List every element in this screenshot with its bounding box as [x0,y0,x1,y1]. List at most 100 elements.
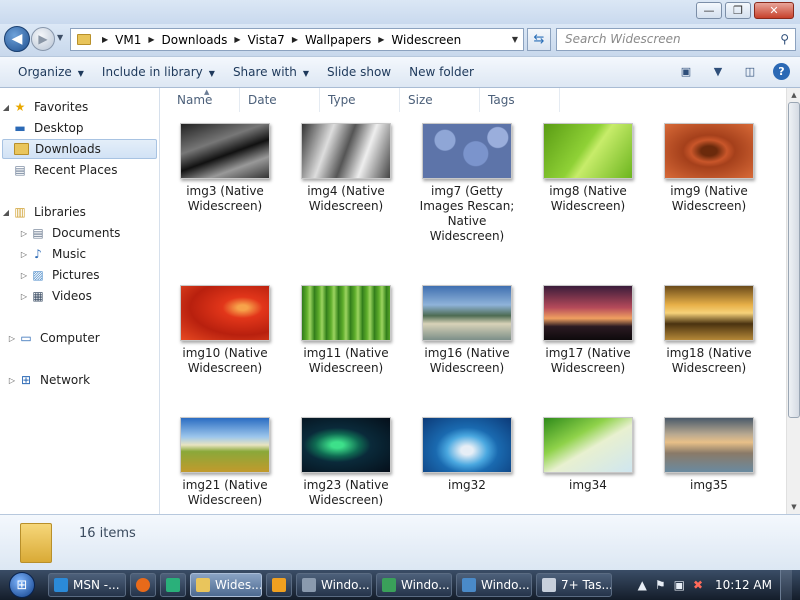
address-dropdown-icon[interactable]: ▼ [507,29,523,50]
file-item-img35[interactable]: img35 [654,417,764,493]
slide-show-button[interactable]: Slide show [327,65,391,79]
taskbar-item-msn[interactable]: MSN -... [48,573,126,597]
sidebar-item-downloads[interactable]: Downloads [2,139,157,159]
task-label: Windo... [321,578,370,592]
view-icon[interactable]: ▣ [677,63,695,80]
expand-icon[interactable]: ▷ [18,250,30,259]
expand-icon[interactable]: ▷ [6,334,18,343]
details-pane: 16 items [0,514,800,570]
minimize-button[interactable]: — [696,2,722,19]
column-size[interactable]: Size [400,88,480,112]
taskbar-item-7plus-taskbar[interactable]: 7+ Tas... [536,573,612,597]
file-item-img9[interactable]: img9 (Native Widescreen) [654,123,764,214]
expand-icon[interactable]: ▷ [6,376,18,385]
navigation-bar: ◀ ▶ ▼ ▶ VM1 ▶ Downloads ▶ Vista7 ▶ Wallp… [0,24,800,56]
volume-muted-icon[interactable]: ✖ [693,578,703,592]
file-item-img18[interactable]: img18 (Native Widescreen) [654,285,764,376]
taskbar-item-media[interactable] [266,573,292,597]
new-folder-button[interactable]: New folder [409,65,474,79]
expand-icon[interactable]: ▷ [18,292,30,301]
file-item-img34[interactable]: img34 [533,417,643,493]
taskbar-item-widescreen-folder[interactable]: Wides... [190,573,262,597]
taskbar-item-window-1[interactable]: Windo... [296,573,372,597]
taskbar-item-app[interactable] [160,573,186,597]
start-button[interactable]: ⊞ [0,570,44,600]
sidebar-label: Libraries [34,205,86,219]
search-icon[interactable]: ⚲ [780,32,789,46]
chevron-right-icon[interactable]: ▶ [378,35,384,44]
taskbar-item-firefox[interactable] [130,573,156,597]
file-name: img10 (Native Widescreen) [182,346,268,375]
show-hidden-icons-icon[interactable]: ▲ [638,578,647,592]
show-desktop-button[interactable] [780,570,792,600]
breadcrumb-wallpapers[interactable]: Wallpapers [305,33,371,47]
maximize-button[interactable]: ❐ [725,2,751,19]
taskbar-item-window-3[interactable]: Windo... [456,573,532,597]
sidebar-label: Documents [52,226,121,240]
network-icon[interactable]: ▣ [674,578,685,592]
breadcrumb-widescreen[interactable]: Widescreen [391,33,461,47]
scroll-thumb[interactable] [788,102,800,418]
chevron-right-icon[interactable]: ▶ [102,35,108,44]
file-item-img3[interactable]: img3 (Native Widescreen) [170,123,280,214]
sidebar-item-documents[interactable]: ▷ ▤ Documents [18,223,121,243]
forward-button[interactable]: ▶ [31,27,55,51]
file-item-img21[interactable]: img21 (Native Widescreen) [170,417,280,508]
file-item-img10[interactable]: img10 (Native Widescreen) [170,285,280,376]
collapse-icon[interactable]: ◢ [0,103,12,112]
sidebar-item-music[interactable]: ▷ ♪ Music [18,244,86,264]
file-item-img17[interactable]: img17 (Native Widescreen) [533,285,643,376]
search-input[interactable]: Search Widescreen ⚲ [556,28,796,51]
taskbar-item-window-2[interactable]: Windo... [376,573,452,597]
file-item-img23[interactable]: img23 (Native Widescreen) [291,417,401,508]
expand-icon[interactable]: ▷ [18,229,30,238]
action-center-icon[interactable]: ⚑ [655,578,666,592]
chevron-right-icon[interactable]: ▶ [148,35,154,44]
chevron-right-icon[interactable]: ▶ [234,35,240,44]
back-button[interactable]: ◀ [4,26,30,52]
sidebar-item-videos[interactable]: ▷ ▦ Videos [18,286,92,306]
vertical-scrollbar[interactable]: ▲ ▼ [786,88,800,514]
chevron-right-icon[interactable]: ▶ [292,35,298,44]
preview-pane-icon[interactable]: ◫ [741,63,759,80]
sidebar-item-libraries[interactable]: ◢ ▥ Libraries [0,202,86,222]
organize-button[interactable]: Organize ▼ [18,65,84,79]
view-dropdown-icon[interactable]: ▼ [709,63,727,80]
sidebar-item-favorites[interactable]: ◢ ★ Favorites [0,97,88,117]
scroll-down-icon[interactable]: ▼ [788,500,800,514]
sidebar-item-pictures[interactable]: ▷ ▨ Pictures [18,265,100,285]
sidebar-label: Network [40,373,91,387]
help-icon[interactable]: ? [773,63,790,80]
file-item-img7[interactable]: img7 (Getty Images Rescan; Native Widesc… [412,123,522,244]
column-tags[interactable]: Tags [480,88,560,112]
file-item-img8[interactable]: img8 (Native Widescreen) [533,123,643,214]
expand-icon[interactable]: ▷ [18,271,30,280]
file-list-pane: ▲ Name Date Type Size Tags img3 (Native … [160,88,786,514]
task-label: Windo... [401,578,450,592]
breadcrumb-vm1[interactable]: VM1 [115,33,141,47]
refresh-button[interactable]: ⇆ [527,28,551,51]
sidebar-item-desktop[interactable]: ▬ Desktop [12,118,83,138]
sidebar-item-network[interactable]: ▷ ⊞ Network [6,370,90,390]
clock[interactable]: 10:12 AM [715,578,772,592]
recent-pages-dropdown[interactable]: ▼ [57,33,63,42]
column-name[interactable]: Name [160,88,240,112]
file-item-img32[interactable]: img32 [412,417,522,493]
scroll-up-icon[interactable]: ▲ [788,88,800,102]
breadcrumb-downloads[interactable]: Downloads [162,33,228,47]
include-in-library-button[interactable]: Include in library ▼ [102,65,215,79]
sidebar-item-computer[interactable]: ▷ ▭ Computer [6,328,100,348]
column-date[interactable]: Date [240,88,320,112]
column-type[interactable]: Type [320,88,400,112]
breadcrumb-vista7[interactable]: Vista7 [248,33,285,47]
file-item-img4[interactable]: img4 (Native Widescreen) [291,123,401,214]
file-item-img11[interactable]: img11 (Native Widescreen) [291,285,401,376]
sidebar-item-recent-places[interactable]: ▤ Recent Places [12,160,117,180]
close-button[interactable]: ✕ [754,2,794,19]
music-icon: ♪ [34,247,42,261]
collapse-icon[interactable]: ◢ [0,208,12,217]
file-item-img16[interactable]: img16 (Native Widescreen) [412,285,522,376]
share-with-button[interactable]: Share with ▼ [233,65,309,79]
thumbnail-image [543,285,633,341]
address-bar[interactable]: ▶ VM1 ▶ Downloads ▶ Vista7 ▶ Wallpapers … [70,28,524,51]
